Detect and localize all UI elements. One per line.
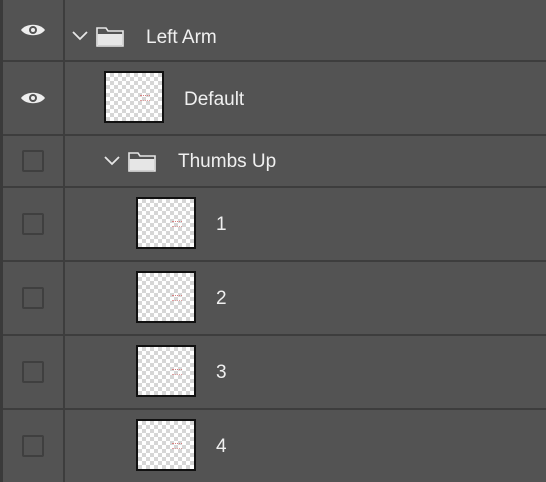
folder-icon — [128, 152, 156, 172]
layer-3[interactable]: 3 — [3, 336, 546, 410]
visibility-toggle[interactable] — [22, 361, 44, 383]
visibility-toggle[interactable] — [22, 287, 44, 309]
layer-group-left-arm[interactable]: Left Arm — [3, 0, 546, 62]
layer-default[interactable]: Default — [3, 62, 546, 136]
layer-1[interactable]: 1 — [3, 188, 546, 262]
visibility-column — [3, 262, 65, 334]
eye-icon[interactable] — [20, 90, 46, 106]
layer-name: 4 — [216, 436, 227, 457]
layer-name: 2 — [216, 288, 227, 309]
visibility-column — [3, 62, 65, 134]
visibility-toggle[interactable] — [22, 435, 44, 457]
layer-thumbnail[interactable] — [136, 197, 196, 249]
folder-icon — [96, 27, 124, 47]
layer-thumbnail[interactable] — [136, 419, 196, 471]
visibility-column — [3, 136, 65, 186]
layer-thumbnail[interactable] — [136, 271, 196, 323]
eye-icon[interactable] — [20, 22, 46, 38]
layer-thumbnail[interactable] — [104, 71, 164, 123]
layer-name: Left Arm — [146, 27, 217, 48]
layer-4[interactable]: 4 — [3, 410, 546, 482]
layer-2[interactable]: 2 — [3, 262, 546, 336]
layer-group-thumbs-up[interactable]: Thumbs Up — [3, 136, 546, 188]
layers-panel: Left Arm Default Thumbs Up 1 2 3 4 — [3, 0, 546, 482]
layer-thumbnail[interactable] — [136, 345, 196, 397]
visibility-column — [3, 336, 65, 408]
visibility-column — [3, 188, 65, 260]
visibility-toggle[interactable] — [22, 213, 44, 235]
layer-name: 1 — [216, 214, 227, 235]
chevron-down-icon[interactable] — [104, 156, 120, 166]
layer-name: 3 — [216, 362, 227, 383]
chevron-down-icon[interactable] — [72, 31, 88, 41]
visibility-column — [3, 0, 65, 60]
layer-name: Thumbs Up — [178, 151, 277, 172]
visibility-toggle[interactable] — [22, 150, 44, 172]
layer-name: Default — [184, 89, 245, 110]
visibility-column — [3, 410, 65, 482]
